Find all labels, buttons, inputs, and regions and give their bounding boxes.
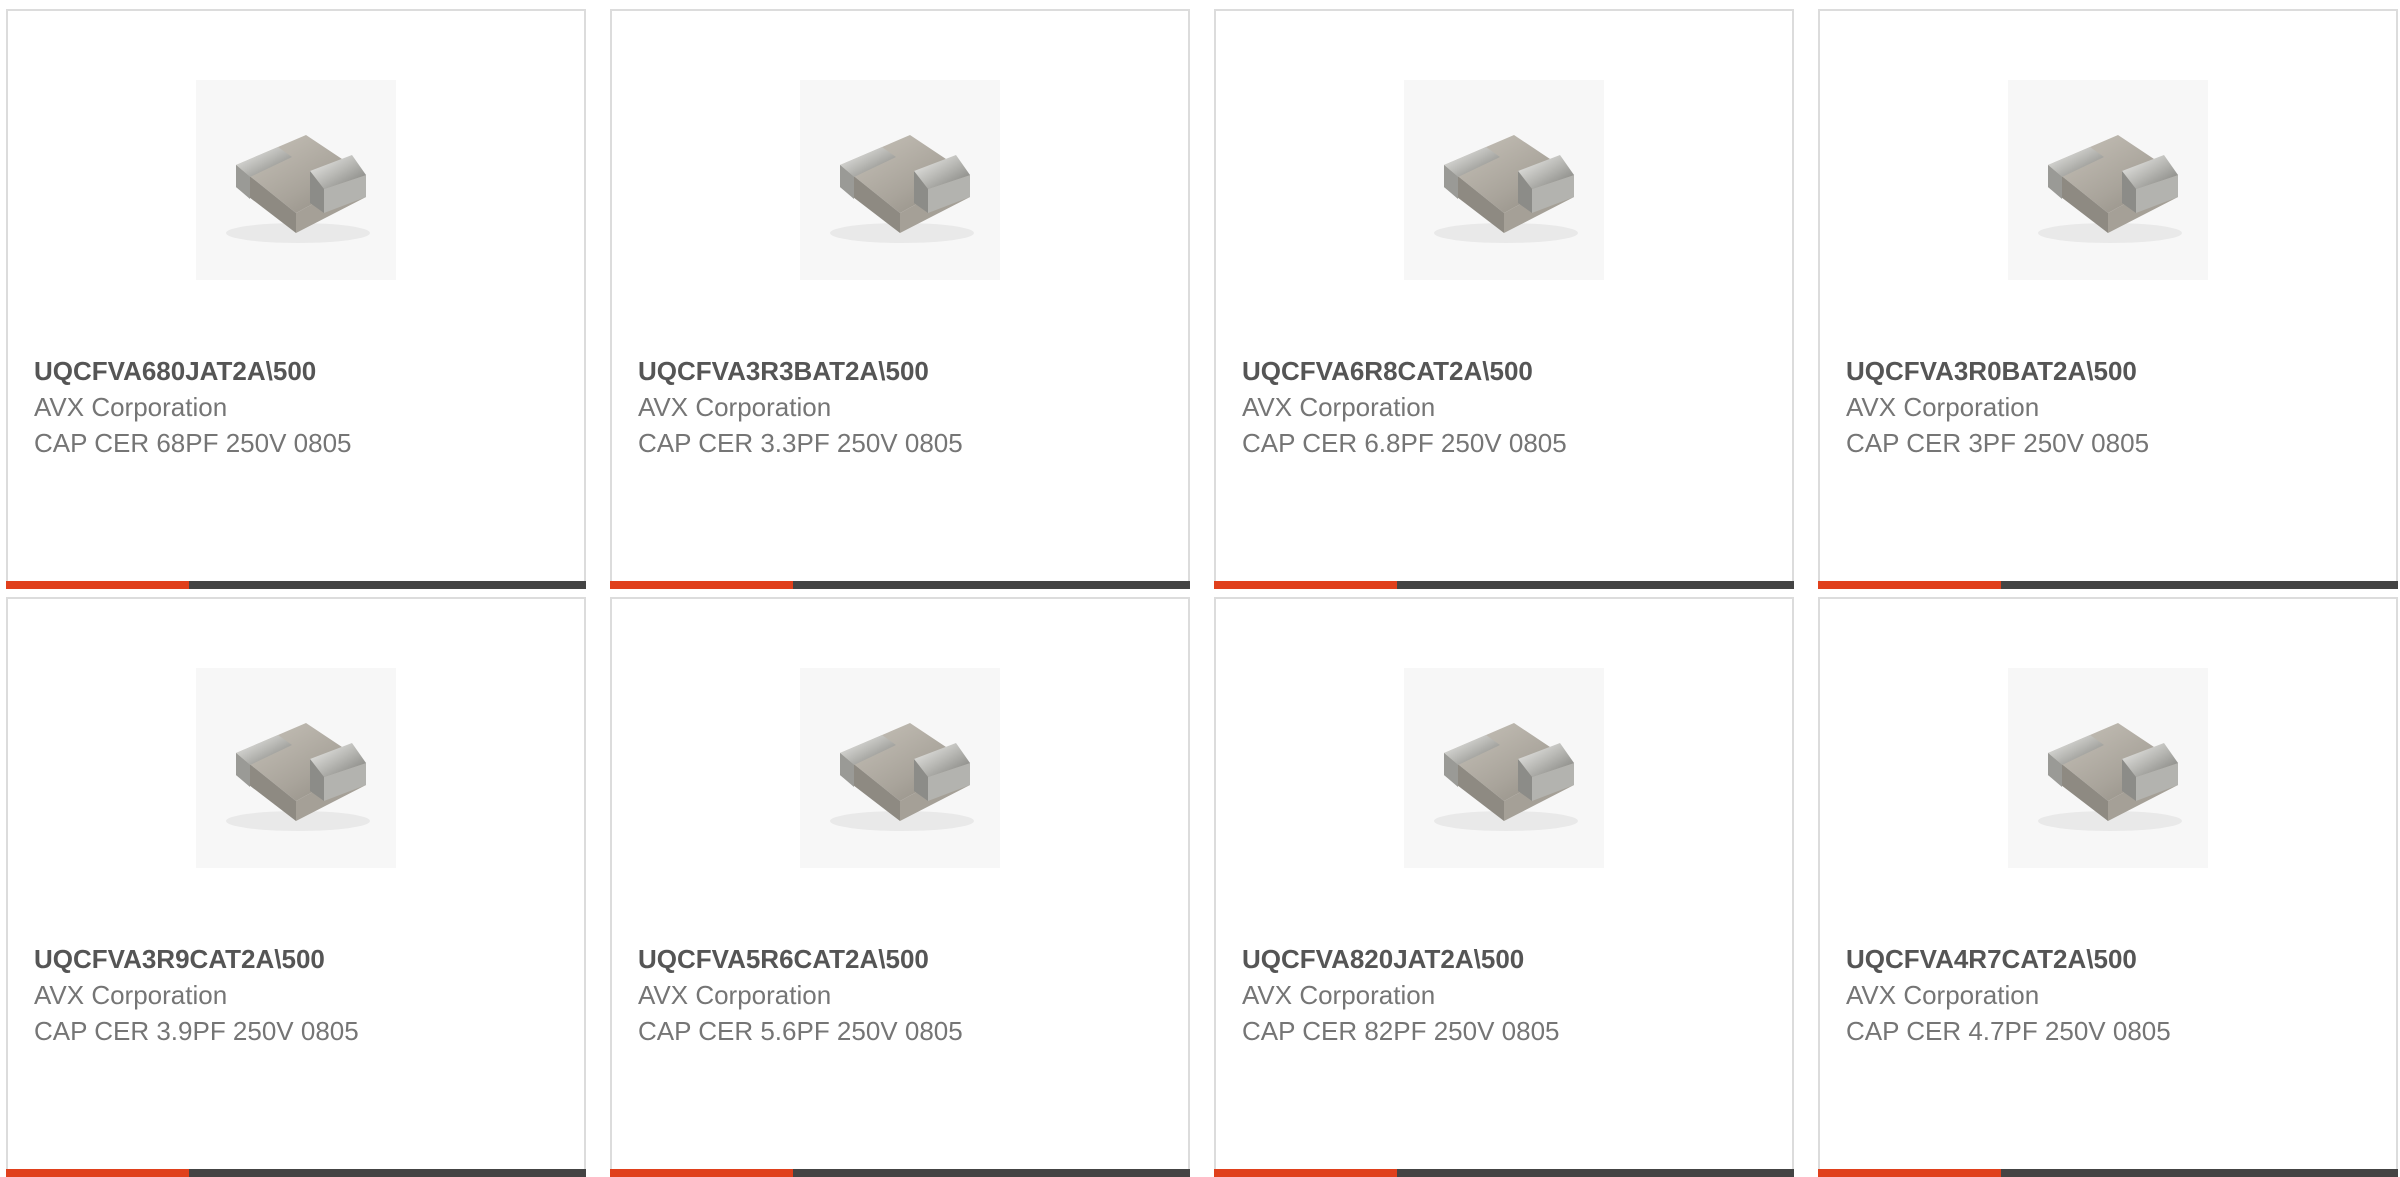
- ceramic-capacitor-icon: [1414, 105, 1594, 255]
- card-footer-accent: [1818, 1169, 2001, 1177]
- product-image[interactable]: [800, 668, 1000, 868]
- card-footer-accent: [610, 1169, 793, 1177]
- product-image[interactable]: [2008, 668, 2208, 868]
- product-card-7[interactable]: UQCFVA820JAT2A\500 AVX Corporation CAP C…: [1214, 597, 1794, 1177]
- product-info: UQCFVA3R3BAT2A\500 AVX Corporation CAP C…: [638, 353, 1168, 461]
- product-description: CAP CER 68PF 250V 0805: [34, 428, 352, 458]
- card-footer-bar: [1214, 1169, 1794, 1177]
- product-description: CAP CER 4.7PF 250V 0805: [1846, 1016, 2171, 1046]
- part-number-link[interactable]: UQCFVA680JAT2A\500: [34, 353, 564, 389]
- ceramic-capacitor-icon: [206, 693, 386, 843]
- part-number-link[interactable]: UQCFVA3R3BAT2A\500: [638, 353, 1168, 389]
- ceramic-capacitor-icon: [1414, 693, 1594, 843]
- product-info: UQCFVA5R6CAT2A\500 AVX Corporation CAP C…: [638, 941, 1168, 1049]
- ceramic-capacitor-icon: [810, 105, 990, 255]
- product-description: CAP CER 3.3PF 250V 0805: [638, 428, 963, 458]
- card-footer-bar: [6, 581, 586, 589]
- card-footer-bar: [610, 581, 1190, 589]
- product-info: UQCFVA820JAT2A\500 AVX Corporation CAP C…: [1242, 941, 1772, 1049]
- product-card-1[interactable]: UQCFVA680JAT2A\500 AVX Corporation CAP C…: [6, 9, 586, 589]
- manufacturer-label: AVX Corporation: [1242, 392, 1436, 422]
- product-info: UQCFVA680JAT2A\500 AVX Corporation CAP C…: [34, 353, 564, 461]
- product-info: UQCFVA6R8CAT2A\500 AVX Corporation CAP C…: [1242, 353, 1772, 461]
- part-number-link[interactable]: UQCFVA3R9CAT2A\500: [34, 941, 564, 977]
- product-info: UQCFVA3R9CAT2A\500 AVX Corporation CAP C…: [34, 941, 564, 1049]
- card-footer-accent: [1818, 581, 2001, 589]
- product-card-6[interactable]: UQCFVA5R6CAT2A\500 AVX Corporation CAP C…: [610, 597, 1190, 1177]
- card-footer-bar: [1214, 581, 1794, 589]
- card-footer-accent: [1214, 1169, 1397, 1177]
- product-image[interactable]: [2008, 80, 2208, 280]
- product-image[interactable]: [1404, 668, 1604, 868]
- product-image[interactable]: [1404, 80, 1604, 280]
- manufacturer-label: AVX Corporation: [34, 980, 228, 1010]
- product-card-4[interactable]: UQCFVA3R0BAT2A\500 AVX Corporation CAP C…: [1818, 9, 2398, 589]
- manufacturer-label: AVX Corporation: [1846, 980, 2040, 1010]
- part-number-link[interactable]: UQCFVA4R7CAT2A\500: [1846, 941, 2376, 977]
- ceramic-capacitor-icon: [2018, 105, 2198, 255]
- product-description: CAP CER 6.8PF 250V 0805: [1242, 428, 1567, 458]
- product-description: CAP CER 5.6PF 250V 0805: [638, 1016, 963, 1046]
- manufacturer-label: AVX Corporation: [638, 392, 832, 422]
- product-card-3[interactable]: UQCFVA6R8CAT2A\500 AVX Corporation CAP C…: [1214, 9, 1794, 589]
- product-info: UQCFVA3R0BAT2A\500 AVX Corporation CAP C…: [1846, 353, 2376, 461]
- card-footer-bar: [1818, 581, 2398, 589]
- manufacturer-label: AVX Corporation: [638, 980, 832, 1010]
- product-image[interactable]: [196, 668, 396, 868]
- product-info: UQCFVA4R7CAT2A\500 AVX Corporation CAP C…: [1846, 941, 2376, 1049]
- product-image[interactable]: [196, 80, 396, 280]
- part-number-link[interactable]: UQCFVA6R8CAT2A\500: [1242, 353, 1772, 389]
- part-number-link[interactable]: UQCFVA3R0BAT2A\500: [1846, 353, 2376, 389]
- card-footer-bar: [610, 1169, 1190, 1177]
- product-grid: UQCFVA680JAT2A\500 AVX Corporation CAP C…: [6, 9, 2398, 1177]
- part-number-link[interactable]: UQCFVA5R6CAT2A\500: [638, 941, 1168, 977]
- product-description: CAP CER 82PF 250V 0805: [1242, 1016, 1560, 1046]
- manufacturer-label: AVX Corporation: [1846, 392, 2040, 422]
- part-number-link[interactable]: UQCFVA820JAT2A\500: [1242, 941, 1772, 977]
- product-card-8[interactable]: UQCFVA4R7CAT2A\500 AVX Corporation CAP C…: [1818, 597, 2398, 1177]
- ceramic-capacitor-icon: [2018, 693, 2198, 843]
- product-image[interactable]: [800, 80, 1000, 280]
- product-description: CAP CER 3PF 250V 0805: [1846, 428, 2150, 458]
- card-footer-accent: [6, 581, 189, 589]
- card-footer-accent: [6, 1169, 189, 1177]
- card-footer-accent: [610, 581, 793, 589]
- card-footer-bar: [1818, 1169, 2398, 1177]
- ceramic-capacitor-icon: [810, 693, 990, 843]
- manufacturer-label: AVX Corporation: [1242, 980, 1436, 1010]
- product-description: CAP CER 3.9PF 250V 0805: [34, 1016, 359, 1046]
- product-card-5[interactable]: UQCFVA3R9CAT2A\500 AVX Corporation CAP C…: [6, 597, 586, 1177]
- card-footer-bar: [6, 1169, 586, 1177]
- ceramic-capacitor-icon: [206, 105, 386, 255]
- card-footer-accent: [1214, 581, 1397, 589]
- product-card-2[interactable]: UQCFVA3R3BAT2A\500 AVX Corporation CAP C…: [610, 9, 1190, 589]
- manufacturer-label: AVX Corporation: [34, 392, 228, 422]
